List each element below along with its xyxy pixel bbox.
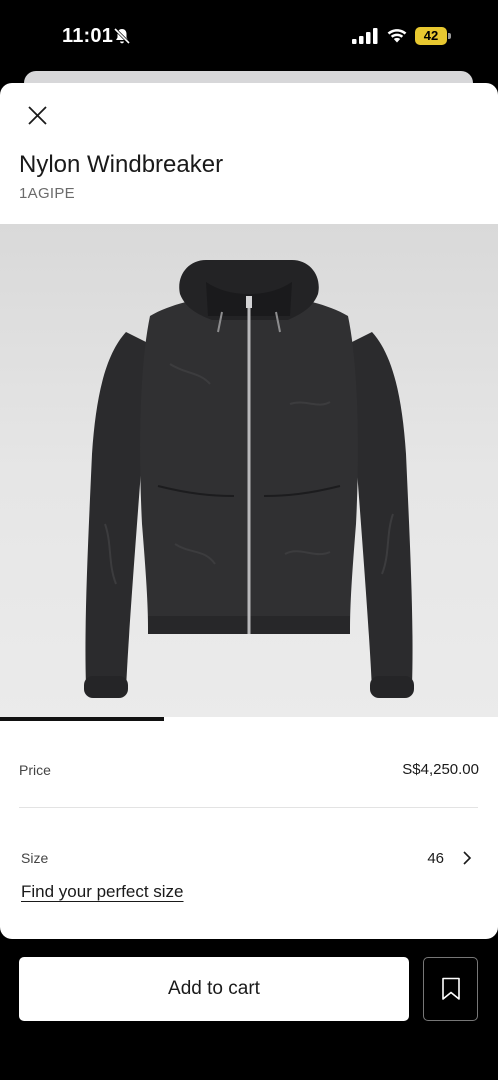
battery-icon: 42 [415,27,451,45]
signal-icon [352,28,378,44]
product-image [84,260,414,698]
find-size-link[interactable]: Find your perfect size [21,882,184,902]
bookmark-button[interactable] [423,957,478,1021]
gallery-progress [0,717,498,721]
wifi-icon [387,29,407,43]
status-bar: 11:01 42 [0,0,498,70]
status-time: 11:01 [62,25,114,47]
gallery-progress-fill [0,717,165,721]
chevron-right-icon [463,851,472,865]
bookmark-icon [441,977,460,1000]
battery-level: 42 [423,28,439,43]
divider [19,807,478,808]
price-value: S$4,250.00 [402,761,479,778]
product-image-gallery[interactable] [0,224,498,721]
battery-tip [448,33,451,39]
close-icon[interactable] [24,102,52,130]
size-value: 46 [427,849,444,867]
size-label: Size [21,850,49,866]
product-sheet: Nylon Windbreaker 1AGIPE Price S$4,250.0… [0,83,498,939]
product-sku: 1AGIPE [19,185,75,202]
price-label: Price [19,762,51,778]
bell-slash-icon [113,27,131,45]
size-selector[interactable]: 46 [427,847,472,869]
add-to-cart-button[interactable]: Add to cart [19,957,409,1021]
product-title: Nylon Windbreaker [19,151,224,178]
